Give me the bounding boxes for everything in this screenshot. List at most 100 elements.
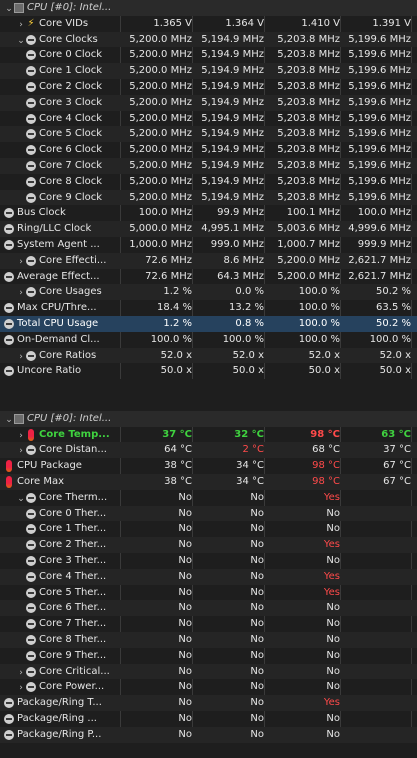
maximum-value: 5,203.8 MHz (277, 112, 340, 124)
sensor-row[interactable]: CPU Package 38 °C 34 °C 98 °C 67 °C (0, 458, 417, 474)
sensor-name: Ring/LLC Clock (17, 223, 92, 235)
sensor-row[interactable]: Core 2 Clock 5,200.0 MHz 5,194.9 MHz 5,203.… (0, 79, 417, 95)
current-value: No (178, 649, 192, 661)
sensor-row[interactable]: › Core Ratios 52.0 x 52.0 x 52.0 x 52.0 x (0, 347, 417, 364)
sensor-row[interactable]: Uncore Ratio 50.0 x 50.0 x 50.0 x 50.0 x (0, 363, 417, 379)
sensor-name: Core Effecti... (39, 254, 107, 266)
maximum-value: Yes (323, 491, 340, 503)
circle-minus-icon (26, 682, 36, 693)
maximum-value: 5,203.8 MHz (277, 128, 340, 140)
maximum-value: Yes (323, 586, 340, 598)
minimum-value: No (250, 523, 264, 535)
maximum-value: Yes (323, 539, 340, 551)
current-value: 1.365 V (153, 17, 192, 29)
current-value: No (178, 681, 192, 693)
thermometer-icon (28, 428, 34, 441)
sensor-table: ⌄ CPU [#0]: Intel... › ⚡ Core VIDs 1.365 V 1.3… (0, 0, 417, 758)
sensor-row[interactable]: Core 1 Ther... No No No (0, 521, 417, 537)
sensor-row[interactable]: › Core Temp... 37 °C 32 °C 98 °C 63 °C (0, 427, 417, 443)
current-value: 5,200.0 MHz (129, 49, 192, 61)
minimum-value: 34 °C (236, 460, 264, 472)
sensor-row[interactable]: Core 1 Clock 5,200.0 MHz 5,194.9 MHz 5,203.… (0, 63, 417, 79)
sensor-name: Core 4 Ther... (39, 570, 107, 582)
minimum-value: 5,194.9 MHz (201, 49, 264, 61)
sensor-label-cell: Uncore Ratio (0, 363, 124, 379)
expand-right-icon[interactable]: › (16, 429, 26, 443)
minimum-value: No (250, 507, 264, 519)
sensor-row[interactable]: Core 4 Clock 5,200.0 MHz 5,194.9 MHz 5,203.… (0, 111, 417, 127)
circle-minus-icon (26, 540, 36, 551)
sensor-row[interactable]: ⌄ Core Therm... No No Yes (0, 490, 417, 506)
sensor-row[interactable]: Package/Ring T... No No Yes (0, 695, 417, 711)
expand-right-icon[interactable]: › (16, 18, 26, 32)
expand-right-icon[interactable]: › (16, 666, 26, 680)
sensor-row[interactable]: Package/Ring ... No No No (0, 711, 417, 727)
circle-minus-icon (4, 334, 14, 345)
sensor-row[interactable]: Core 6 Clock 5,200.0 MHz 5,194.9 MHz 5,203.… (0, 142, 417, 158)
sensor-row[interactable]: › Core Distan... 64 °C 2 °C 68 °C 37 °C (0, 442, 417, 459)
sensor-row[interactable]: Core 9 Clock 5,200.0 MHz 5,194.9 MHz 5,203.… (0, 189, 417, 206)
sensor-row[interactable]: Core 3 Clock 5,200.0 MHz 5,194.9 MHz 5,203.… (0, 94, 417, 111)
sensor-row[interactable]: Core 6 Ther... No No No (0, 600, 417, 617)
expand-down-icon[interactable]: ⌄ (16, 492, 26, 506)
current-value: No (178, 523, 192, 535)
sensor-group-header[interactable]: ⌄ CPU [#0]: Intel... (0, 410, 417, 427)
expand-right-icon[interactable]: › (16, 255, 26, 269)
sensor-row[interactable]: Total CPU Usage 1.2 % 0.8 % 100.0 % 50.2 % (0, 316, 417, 332)
blank-row (0, 379, 417, 395)
expand-right-icon[interactable]: › (16, 286, 26, 300)
sensor-row[interactable]: Core Max 38 °C 34 °C 98 °C 67 °C (0, 474, 417, 490)
minimum-value: 5,194.9 MHz (201, 81, 264, 92)
sensor-row[interactable]: On-Demand Cl... 100.0 % 100.0 % 100.0 % 100.… (0, 332, 417, 348)
circle-minus-icon (4, 271, 14, 282)
maximum-value: No (326, 728, 340, 740)
sensor-row[interactable]: Core 4 Ther... No No Yes (0, 568, 417, 585)
sensor-row[interactable]: Core 0 Clock 5,200.0 MHz 5,194.9 MHz 5,203.… (0, 47, 417, 63)
expand-down-icon[interactable]: ⌄ (16, 34, 26, 48)
expand-right-icon[interactable]: › (16, 350, 26, 364)
sensor-row[interactable]: Average Effect... 72.6 MHz 64.3 MHz 5,200.0… (0, 269, 417, 285)
current-value: No (178, 697, 192, 709)
expand-down-icon[interactable]: ⌄ (4, 413, 14, 427)
sensor-row[interactable]: Core 7 Clock 5,200.0 MHz 5,194.9 MHz 5,203.… (0, 158, 417, 174)
sensor-row[interactable]: › Core Power... No No No (0, 679, 417, 695)
average-value: 52.0 x (379, 349, 411, 361)
sensor-row[interactable]: Core 3 Ther... No No No (0, 553, 417, 569)
circle-minus-icon (26, 603, 36, 614)
expand-right-icon[interactable]: › (16, 681, 26, 695)
sensor-row[interactable]: Core 7 Ther... No No No (0, 616, 417, 632)
sensor-row[interactable]: Core 8 Ther... No No No (0, 632, 417, 648)
sensor-group-header[interactable]: ⌄ CPU [#0]: Intel... (0, 0, 417, 16)
sensor-row[interactable]: ⌄ Core Clocks 5,200.0 MHz 5,194.9 MHz 5,203.… (0, 31, 417, 48)
circle-minus-icon (26, 492, 36, 503)
maximum-value: No (326, 681, 340, 693)
sensor-row[interactable]: Core 0 Ther... No No No (0, 505, 417, 522)
sensor-row[interactable]: Core 8 Clock 5,200.0 MHz 5,194.9 MHz 5,203.… (0, 174, 417, 190)
sensor-row[interactable]: System Agent ... 1,000.0 MHz 999.0 MHz 1,00… (0, 237, 417, 253)
sensor-name: Core 7 Ther... (39, 618, 107, 630)
maximum-value: 5,203.8 MHz (277, 49, 340, 61)
sensor-row[interactable]: › Core Effecti... 72.6 MHz 8.6 MHz 5,200.0 M… (0, 252, 417, 269)
sensor-row[interactable]: Bus Clock 100.0 MHz 99.9 MHz 100.1 MHz 100.0… (0, 205, 417, 221)
average-value: 5,199.6 MHz (348, 112, 411, 124)
sensor-name: Core 0 Ther... (39, 507, 107, 519)
minimum-value: 2 °C (242, 444, 264, 456)
sensor-row[interactable]: › ⚡ Core VIDs 1.365 V 1.364 V 1.410 V 1.391 V (0, 16, 417, 32)
sensor-row[interactable]: Core 9 Ther... No No No (0, 648, 417, 664)
sensor-row[interactable]: Core 2 Ther... No No Yes (0, 537, 417, 553)
sensor-row[interactable]: Core 5 Clock 5,200.0 MHz 5,194.9 MHz 5,203.… (0, 126, 417, 143)
sensor-row[interactable]: Max CPU/Thre... 18.4 % 13.2 % 100.0 % 63.5 % (0, 300, 417, 316)
expand-down-icon[interactable]: ⌄ (4, 2, 14, 16)
sensor-row[interactable]: Core 5 Ther... No No Yes (0, 585, 417, 601)
sensor-row[interactable]: › Core Critical... No No No (0, 663, 417, 680)
sensor-row[interactable]: Ring/LLC Clock 5,000.0 MHz 4,995.1 MHz 5,00… (0, 221, 417, 237)
sensor-label-cell: Ring/LLC Clock (0, 221, 124, 237)
expand-right-icon[interactable]: › (16, 444, 26, 458)
maximum-value: 100.0 % (298, 318, 340, 329)
sensor-row[interactable]: › Core Usages 1.2 % 0.0 % 100.0 % 50.2 % (0, 284, 417, 301)
average-value (340, 569, 413, 585)
sensor-row[interactable]: Package/Ring P... No No No (0, 726, 417, 743)
average-value: 37 °C (383, 444, 411, 456)
circle-minus-icon (26, 176, 36, 187)
circle-minus-icon (26, 650, 36, 661)
